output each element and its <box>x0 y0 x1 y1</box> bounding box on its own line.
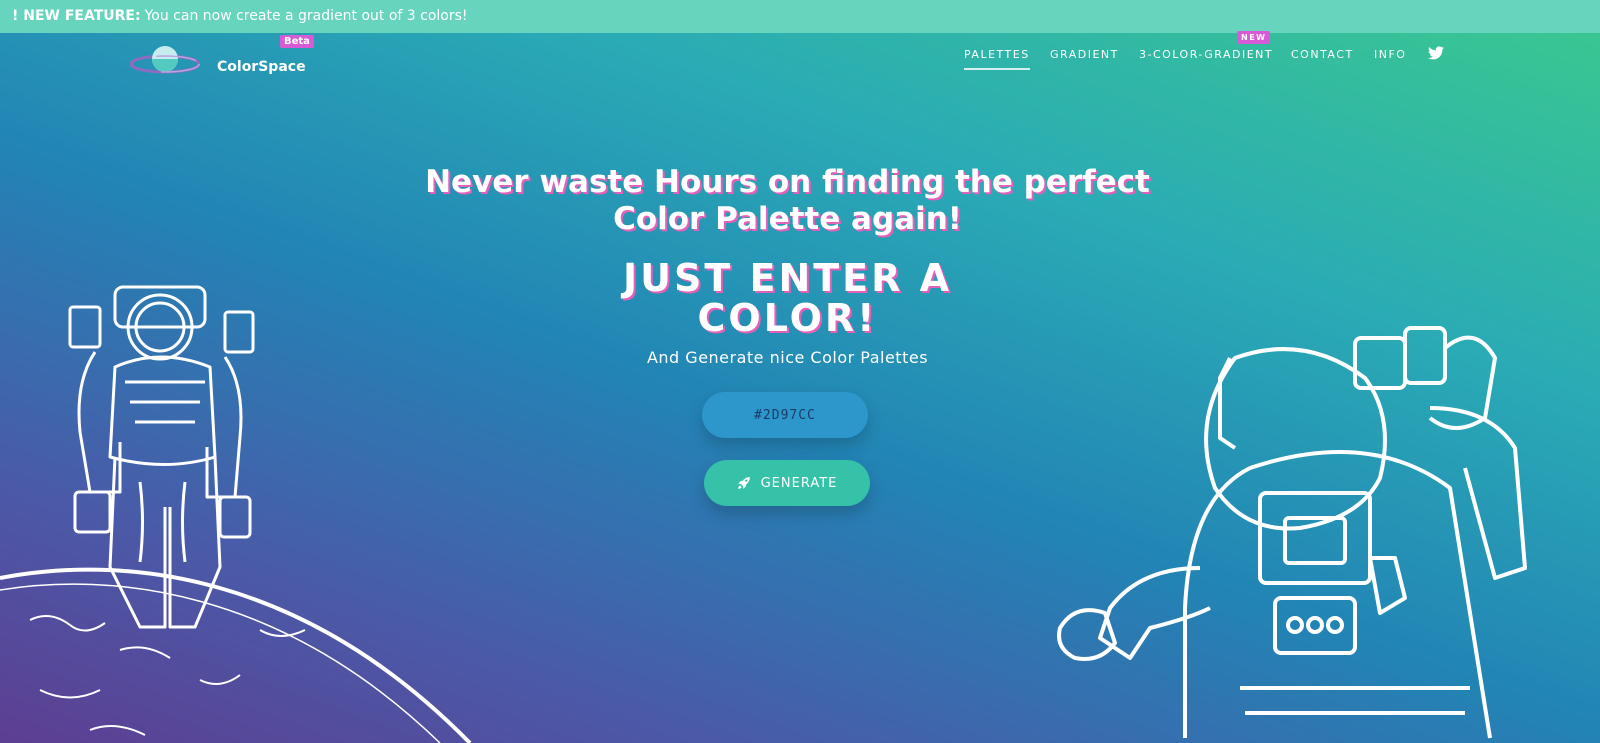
planet-logo-icon <box>130 46 200 74</box>
nav-palettes[interactable]: PALETTES <box>964 48 1030 70</box>
announcement-prefix: ! NEW FEATURE: <box>12 8 141 24</box>
twitter-icon[interactable] <box>1428 46 1444 60</box>
hero-title-line2: Color Palette again! <box>613 201 962 237</box>
generate-button[interactable]: GENERATE <box>704 460 870 506</box>
nav-gradient[interactable]: GRADIENT <box>1050 48 1119 61</box>
generate-label: GENERATE <box>760 475 838 491</box>
nav-3-color-gradient-label: 3-COLOR-GRADIENT <box>1139 48 1274 61</box>
hero-title: Never waste Hours on finding the perfect… <box>0 164 1575 238</box>
astronaut-left-illustration <box>68 285 255 629</box>
astronaut-right-illustration <box>1057 326 1527 739</box>
rocket-icon <box>737 477 750 489</box>
announcement-bar: ! NEW FEATURE: You can now create a gradi… <box>0 0 1600 33</box>
nav-contact[interactable]: CONTACT <box>1291 48 1354 61</box>
nav-3-color-gradient[interactable]: 3-COLOR-GRADIENT NEW <box>1139 31 1274 61</box>
color-input[interactable] <box>702 392 868 438</box>
new-badge: NEW <box>1237 31 1271 44</box>
beta-badge: Beta <box>280 35 314 48</box>
brand-name: ColorSpace <box>217 59 306 75</box>
announcement-text: You can now create a gradient out of 3 c… <box>144 8 468 24</box>
hero-title-line1: Never waste Hours on finding the perfect <box>425 164 1150 200</box>
nav-info[interactable]: INFO <box>1374 48 1406 61</box>
brand-logo[interactable]: ColorSpace Beta <box>130 35 330 84</box>
